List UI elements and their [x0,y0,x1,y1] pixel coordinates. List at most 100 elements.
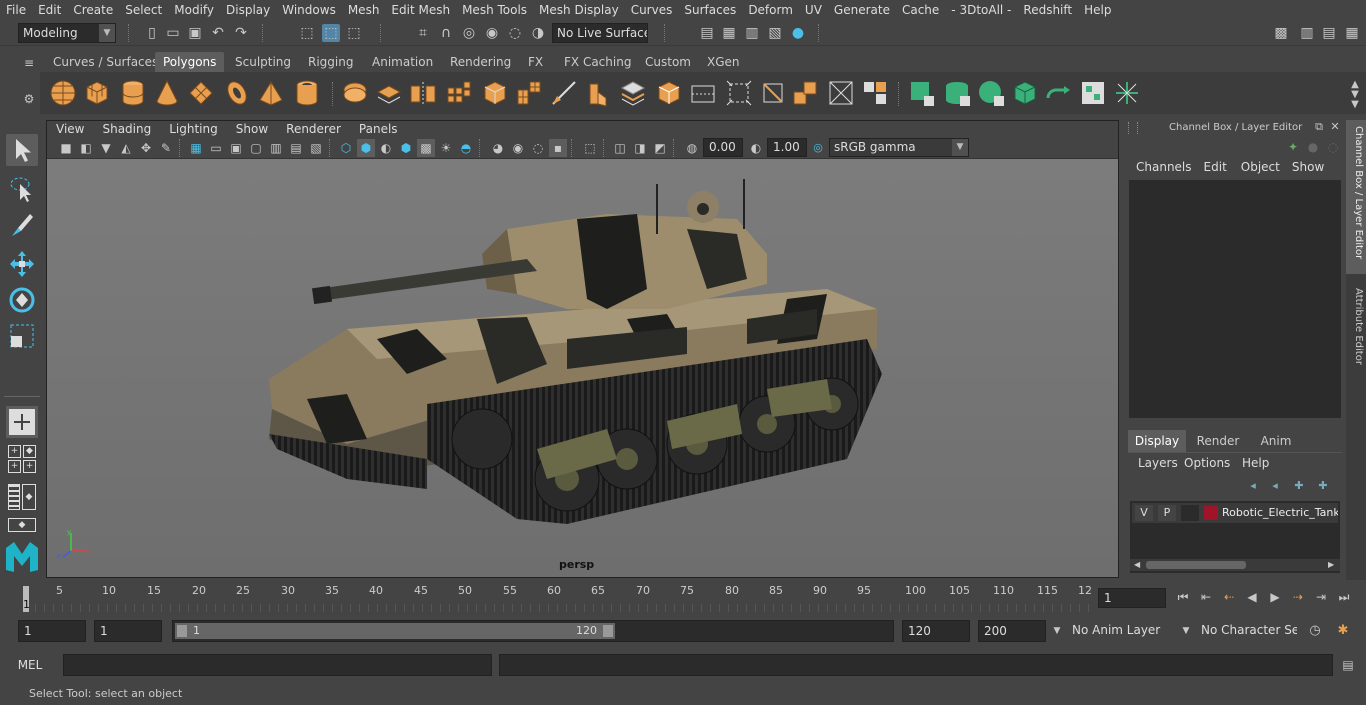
snap-view-icon[interactable]: ◉ [483,24,501,42]
live-surface-field[interactable]: No Live Surface [552,23,648,43]
isolate-select-icon[interactable]: ⬚ [581,139,599,157]
playback-end-field[interactable]: 120 [902,620,970,642]
char-set-chevron-down-icon[interactable]: ▼ [1177,622,1195,640]
auto-key-icon[interactable]: ◷ [1306,622,1324,640]
shelf-menu-icon[interactable]: ≡ [20,54,38,72]
range-slider[interactable]: 1 120 [172,620,894,642]
select-object-icon[interactable]: ⬚ [322,24,340,42]
multi-cut-icon[interactable] [548,78,578,108]
ipr-render-icon[interactable]: ▥ [743,24,761,42]
go-to-start-icon[interactable]: ⏮ [1174,588,1192,606]
menu-mesh-tools[interactable]: Mesh Tools [456,0,533,20]
bridge-icon[interactable] [654,78,684,108]
2d-pan-zoom-icon[interactable]: ✥ [137,139,155,157]
menu-file[interactable]: File [0,0,32,20]
open-scene-icon[interactable]: ▭ [164,24,182,42]
panel-menu-show[interactable]: Show [227,122,277,136]
reduce-icon[interactable] [480,78,510,108]
scroll-right-icon[interactable]: ▶ [1328,560,1334,569]
anim-layer-dropdown[interactable]: No Anim Layer [1068,620,1178,642]
poly-cylinder-icon[interactable] [118,78,148,108]
cb-menu-object[interactable]: Object [1237,160,1290,178]
new-scene-icon[interactable]: ▯ [143,24,161,42]
color-management-icon[interactable]: ◎ [809,139,827,157]
tab-render[interactable]: Render [1190,430,1246,452]
new-layer-icon[interactable]: ✚ [1290,477,1308,495]
snap-surface-icon[interactable]: ◌ [506,24,524,42]
scrollbar-thumb[interactable] [1146,561,1246,569]
film-gate-icon[interactable]: ▭ [207,139,225,157]
animation-start-field[interactable]: 1 [18,620,86,642]
mode-dropdown[interactable]: Modeling ▼ [18,23,116,43]
step-forward-frame-icon[interactable]: ⇢ [1289,588,1307,606]
menu-modify[interactable]: Modify [168,0,220,20]
poly-torus-icon[interactable] [222,78,252,108]
remesh-icon[interactable] [514,78,544,108]
uv-editor-icon[interactable] [1112,78,1142,108]
colorspace-dropdown[interactable]: sRGB gamma ▼ [829,138,969,157]
move-layer-up-icon[interactable]: ◂ [1244,477,1262,495]
tab-xgen[interactable]: XGen [699,52,748,72]
animation-end-field[interactable]: 200 [978,620,1046,642]
uv-layout-icon[interactable] [1078,78,1108,108]
channel-box-sync-icon[interactable]: ● [1304,138,1322,156]
undo-icon[interactable]: ↶ [209,24,227,42]
play-forwards-icon[interactable]: ▶ [1266,588,1284,606]
layer-visibility-toggle[interactable]: V [1135,505,1153,521]
channel-list[interactable] [1129,180,1341,418]
smooth-icon[interactable] [444,78,474,108]
command-input[interactable] [63,654,492,676]
shelf-expand-icon[interactable]: ▼ [1346,96,1364,114]
poly-sphere-icon[interactable] [48,78,78,108]
menu-curves[interactable]: Curves [625,0,679,20]
tab-display[interactable]: Display [1128,430,1186,452]
redo-icon[interactable]: ↷ [232,24,250,42]
menu-help[interactable]: Help [1078,0,1117,20]
menu-display[interactable]: Display [220,0,276,20]
use-all-lights-icon[interactable]: ☀ [437,139,455,157]
fill-hole-icon[interactable] [724,78,754,108]
tab-animation[interactable]: Animation [364,52,441,72]
cb-menu-show[interactable]: Show [1290,160,1332,178]
play-backwards-icon[interactable]: ◀ [1243,588,1261,606]
uv-automatic-icon[interactable] [1010,78,1040,108]
menu-mesh-display[interactable]: Mesh Display [533,0,625,20]
single-view-icon[interactable] [6,406,38,438]
panel-menu-lighting[interactable]: Lighting [160,122,227,136]
scroll-left-icon[interactable]: ◀ [1134,560,1140,569]
script-language-toggle[interactable]: MEL [0,654,60,676]
combine-icon[interactable] [340,78,370,108]
menu-create[interactable]: Create [67,0,119,20]
anti-aliasing-icon[interactable]: ◌ [529,139,547,157]
tab-anim[interactable]: Anim [1248,430,1304,452]
menu-uv[interactable]: UV [799,0,828,20]
tab-rendering[interactable]: Rendering [442,52,519,72]
tab-custom[interactable]: Custom [637,52,699,72]
tab-polygons[interactable]: Polygons [155,52,225,72]
new-layer-selected-icon[interactable]: ✚ [1314,477,1332,495]
menu-mesh[interactable]: Mesh [342,0,386,20]
channel-box-options-icon[interactable]: ◌ [1324,138,1342,156]
smooth-shade-icon[interactable]: ⬢ [357,139,375,157]
uv-planar-icon[interactable] [908,78,938,108]
shelf-settings-gear-icon[interactable]: ⚙ [20,90,38,108]
snap-curve-icon[interactable]: ∩ [437,24,455,42]
step-back-key-icon[interactable]: ⇤ [1197,588,1215,606]
shadows-icon[interactable]: ◓ [457,139,475,157]
menu-redshift[interactable]: Redshift [1017,0,1078,20]
uv-unfold-icon[interactable] [1044,78,1074,108]
separate-icon[interactable] [374,78,404,108]
grease-pencil-icon[interactable]: ✎ [157,139,175,157]
playback-start-field[interactable]: 1 [94,620,162,642]
current-frame-field[interactable]: 1 [1098,588,1166,608]
motion-blur-icon[interactable]: ◉ [509,139,527,157]
side-tab-channel-box[interactable]: Channel Box / Layer Editor [1346,120,1366,274]
uv-cylindrical-icon[interactable] [942,78,972,108]
merge-icon[interactable] [790,78,820,108]
gamma-field[interactable]: 1.00 [767,138,807,157]
range-start-grip[interactable] [177,625,187,637]
poly-plane-icon[interactable] [186,78,216,108]
move-layer-down-icon[interactable]: ◂ [1266,477,1284,495]
step-back-frame-icon[interactable]: ⇠ [1220,588,1238,606]
animation-preferences-icon[interactable]: ✱ [1334,622,1352,640]
